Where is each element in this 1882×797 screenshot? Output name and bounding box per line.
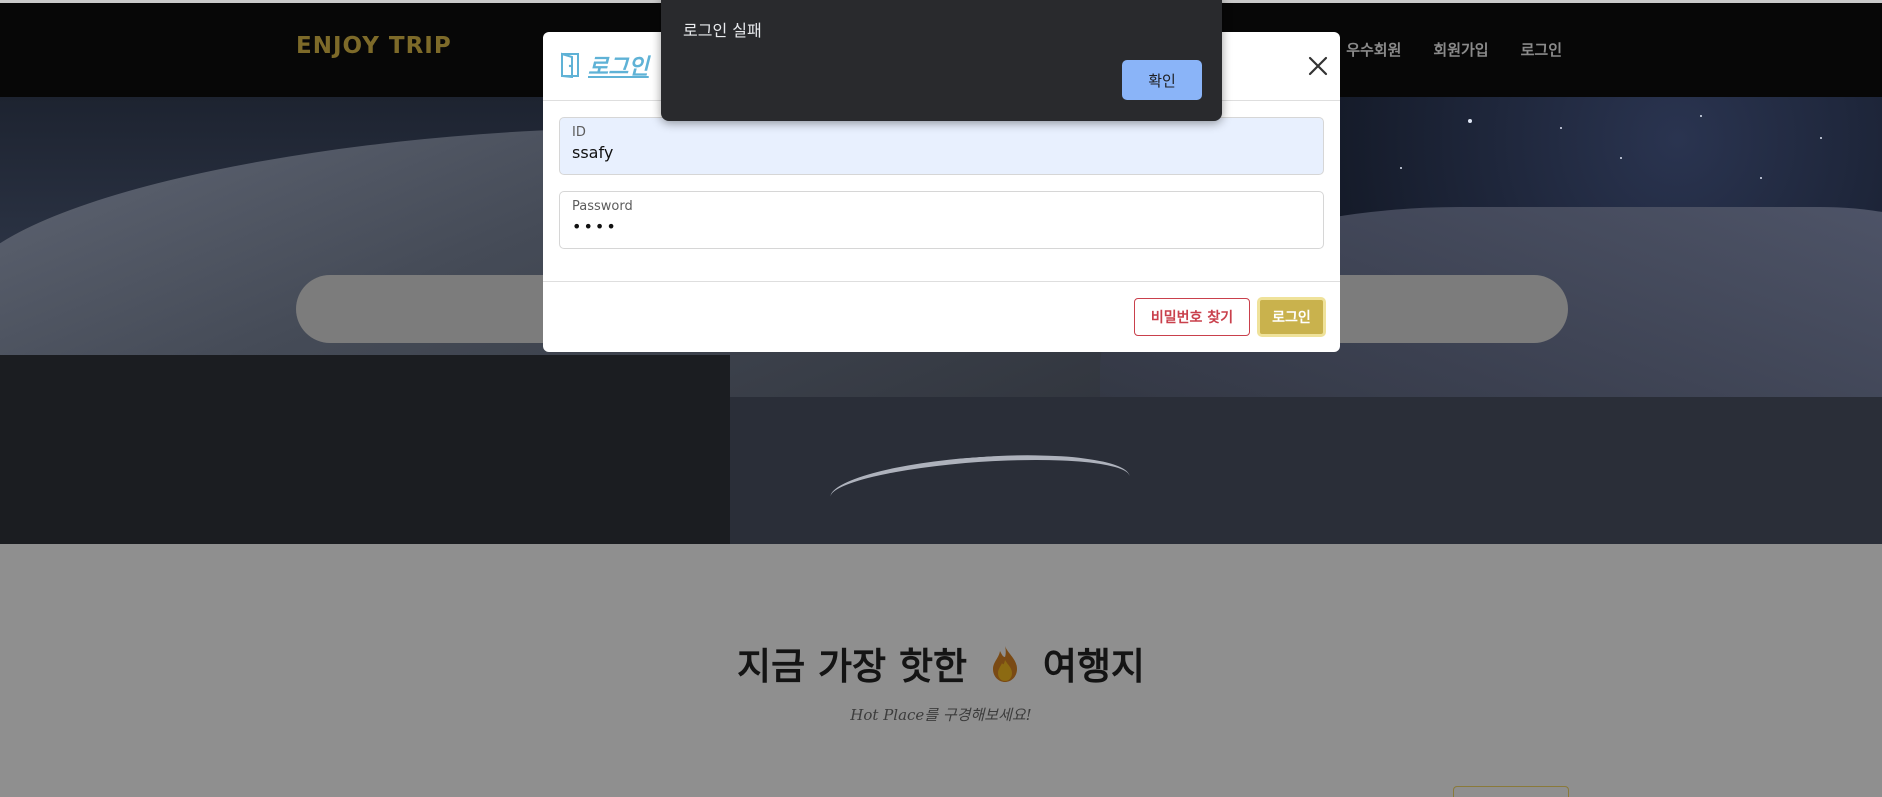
hero-building: [0, 355, 730, 544]
modal-title: 로그인: [560, 49, 649, 81]
star: [1760, 177, 1762, 179]
id-input[interactable]: [572, 143, 1311, 162]
section-subtitle: Hot Place를 구경해보세요!: [850, 706, 1032, 724]
brand-logo[interactable]: ENJOY TRIP: [296, 33, 452, 59]
modal-title-text: 로그인: [588, 55, 649, 80]
nav-link-login[interactable]: 로그인: [1521, 39, 1562, 60]
star: [1400, 167, 1402, 169]
nav-links: 우수회원 회원가입 로그인: [1346, 39, 1562, 60]
alert-dialog: 로그인 실패 확인: [661, 0, 1222, 121]
section-title-after: 여행지: [1042, 645, 1145, 688]
id-field[interactable]: ID: [559, 117, 1324, 175]
more-button[interactable]: [1453, 786, 1569, 797]
nav-link-top-members[interactable]: 우수회원: [1346, 39, 1401, 60]
find-password-button[interactable]: 비밀번호 찾기: [1134, 298, 1250, 336]
modal-footer: 비밀번호 찾기 로그인: [543, 281, 1340, 352]
password-label: Password: [572, 199, 633, 214]
star: [1620, 157, 1622, 159]
star: [1700, 115, 1702, 117]
section-title-before: 지금 가장 핫한: [737, 645, 968, 688]
password-field[interactable]: Password: [559, 191, 1324, 249]
alert-ok-button[interactable]: 확인: [1122, 60, 1202, 100]
star: [1468, 119, 1472, 123]
star: [1560, 127, 1562, 129]
login-button[interactable]: 로그인: [1257, 297, 1326, 337]
section-title: 지금 가장 핫한 여행지: [0, 636, 1882, 690]
id-label: ID: [572, 125, 586, 140]
hot-place-section: 지금 가장 핫한 여행지 Hot Place를 구경해보세요!: [0, 544, 1882, 797]
password-input[interactable]: [572, 217, 1311, 236]
star: [1820, 137, 1822, 139]
door-icon: [561, 52, 579, 78]
nav-link-signup[interactable]: 회원가입: [1433, 39, 1488, 60]
fire-icon: [992, 646, 1017, 682]
close-icon[interactable]: [1305, 53, 1331, 79]
alert-message: 로그인 실패: [683, 21, 762, 40]
